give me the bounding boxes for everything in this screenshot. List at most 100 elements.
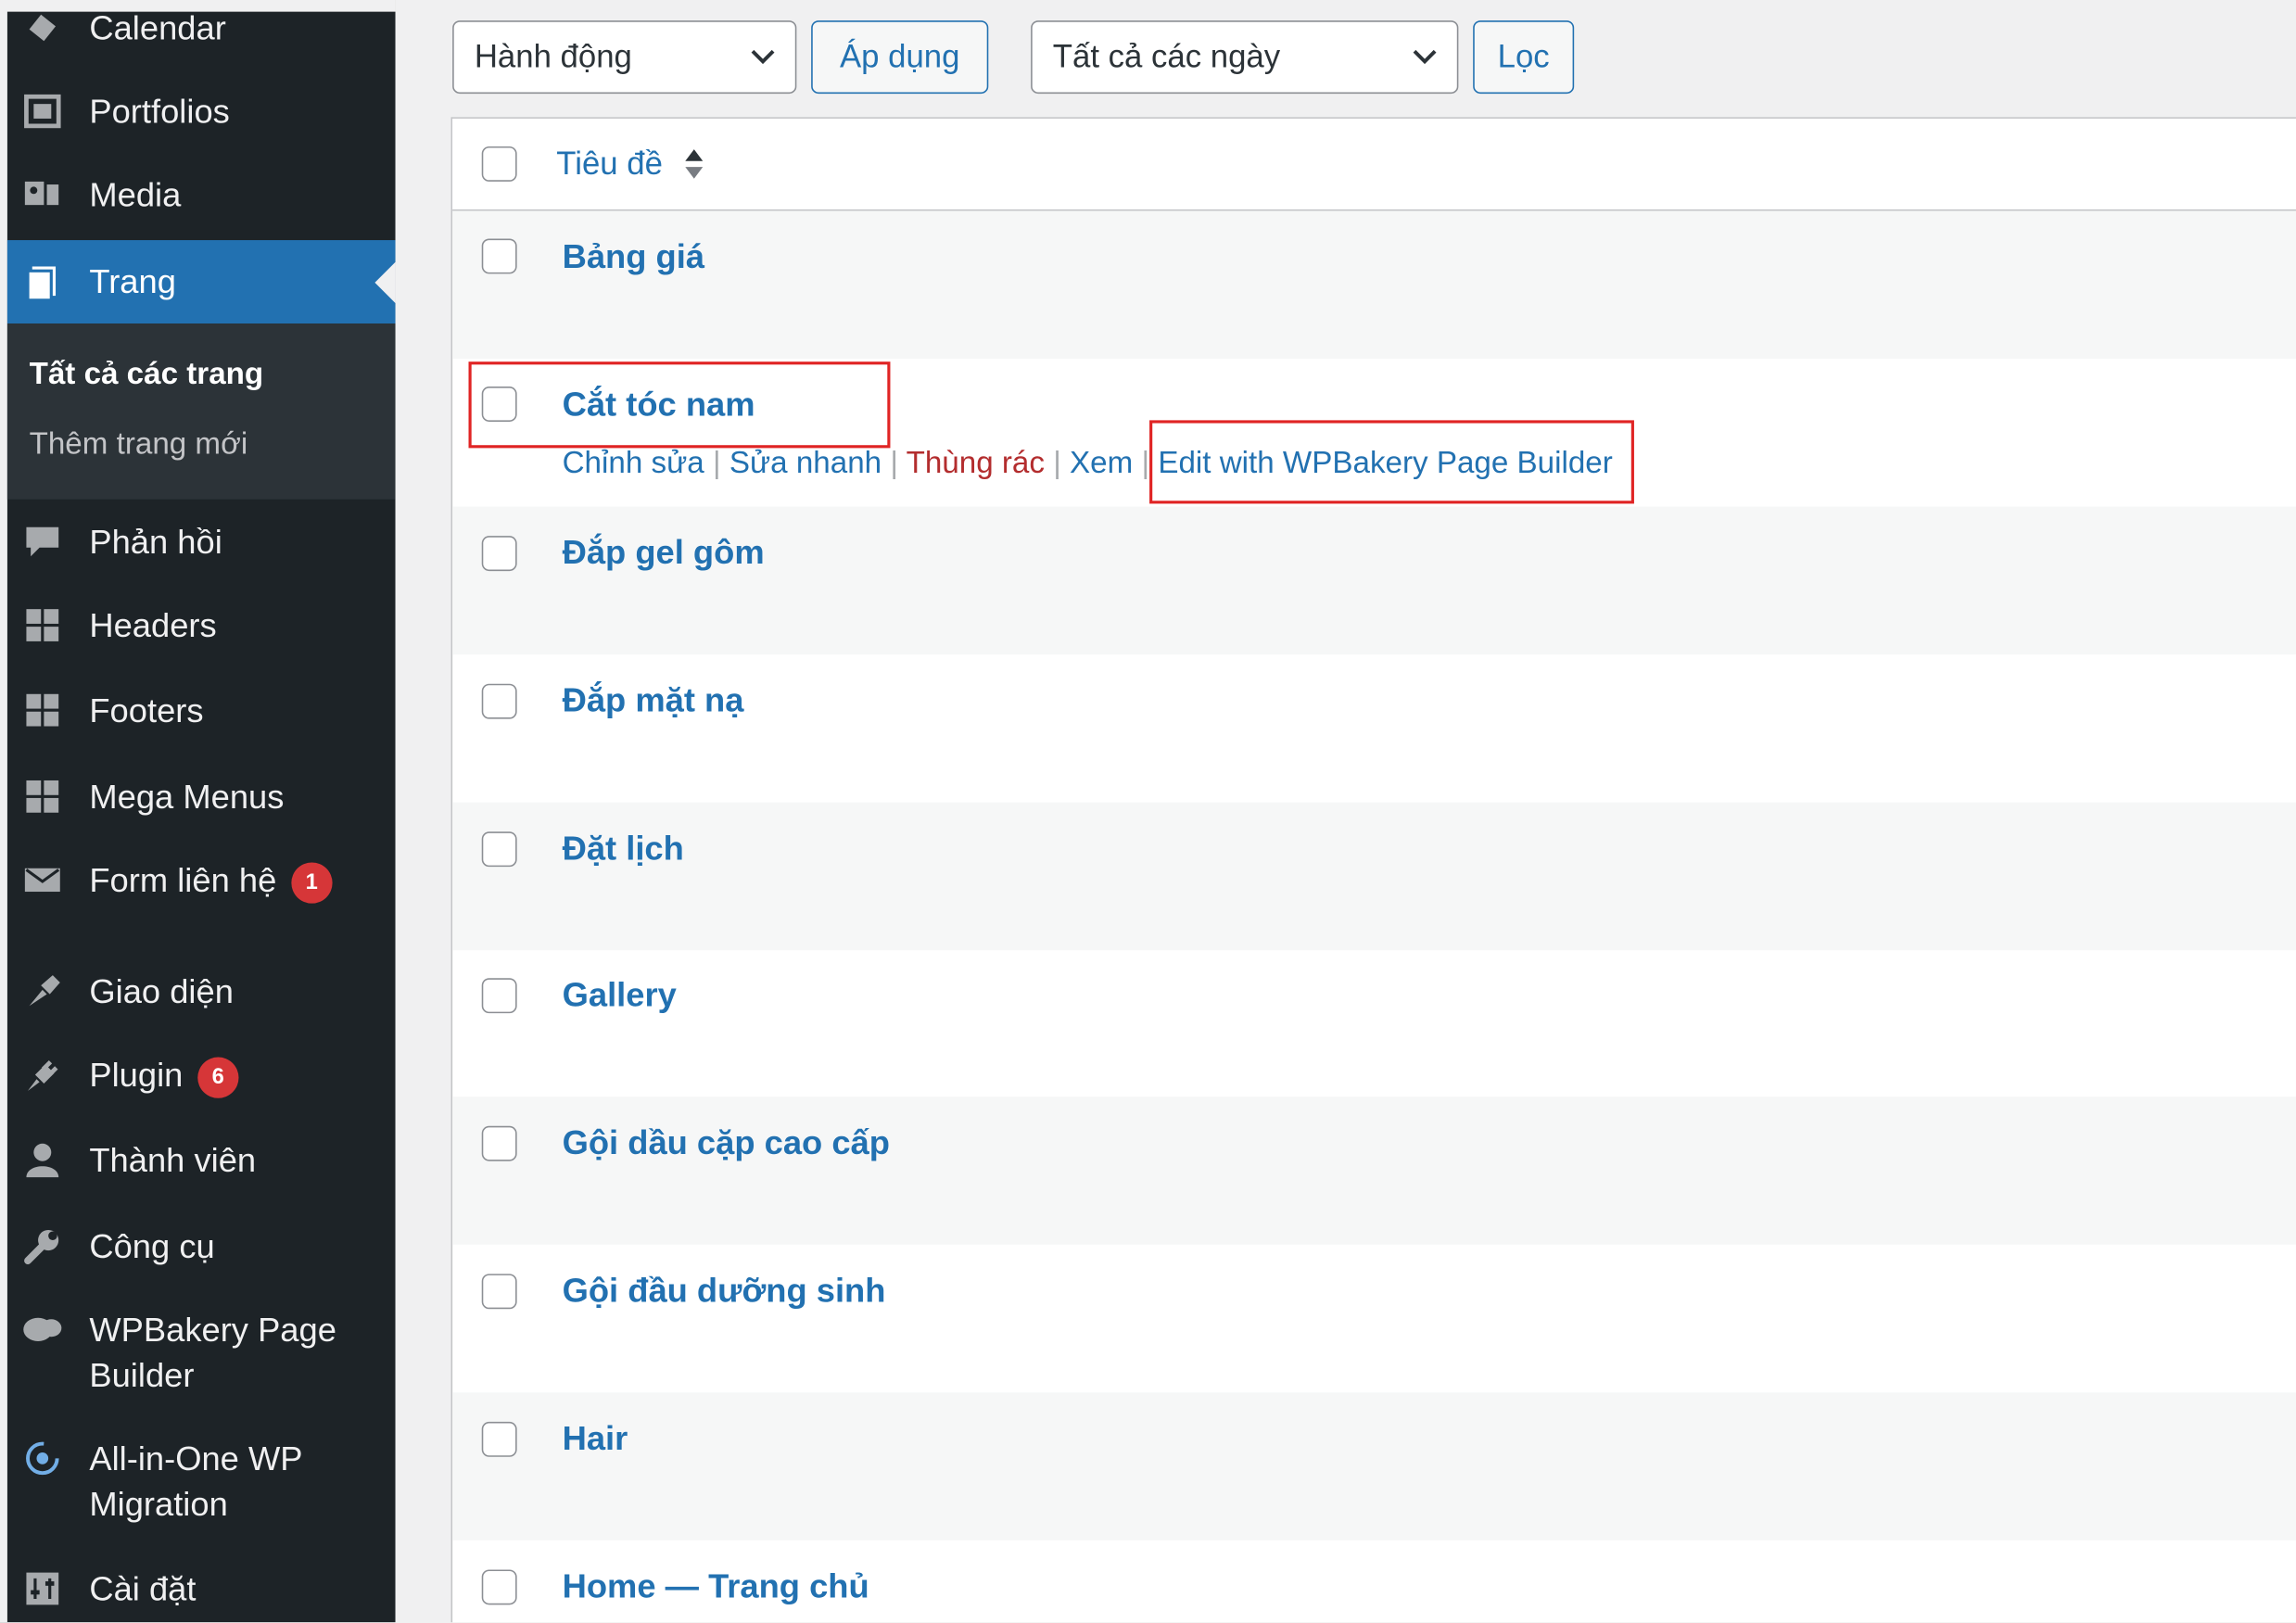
chevron-down-icon (1413, 49, 1437, 65)
brush-icon (22, 970, 63, 1011)
sidebar-item-trang[interactable]: Trang (6, 240, 396, 324)
column-title-sort[interactable]: Tiêu đề (556, 145, 663, 183)
media-icon (22, 174, 63, 215)
sidebar-item-label: Media (89, 175, 182, 214)
select-all-checkbox[interactable] (481, 146, 517, 182)
highlight-box-page-title (468, 361, 891, 449)
mail-icon (22, 859, 63, 900)
sidebar-item-headers[interactable]: Headers (7, 603, 396, 649)
sidebar-item-plugin[interactable]: Plugin 6 (7, 1053, 396, 1098)
sidebar-item-giao-dien[interactable]: Giao diện (7, 970, 396, 1015)
sidebar-item-wpbakery[interactable]: WPBakery Page Builder (7, 1308, 396, 1399)
sidebar-item-form-lien-he[interactable]: Form liên hệ 1 (7, 858, 396, 904)
filter-button[interactable]: Lọc (1473, 20, 1575, 95)
sidebar-item-label: Trang (89, 261, 176, 300)
sidebar-item-portfolios[interactable]: Portfolios (7, 89, 396, 134)
bulk-action-select[interactable]: Hành động (452, 20, 797, 95)
sidebar-top-edge (0, 0, 396, 12)
table-row: Home — Trang chủ (452, 1541, 2296, 1622)
sidebar-item-thanh-vien[interactable]: Thành viên (7, 1137, 396, 1183)
plugin-icon (22, 1054, 63, 1095)
pages-icon (22, 261, 63, 302)
table-row: Bảng giá (452, 210, 2296, 360)
page-title-link[interactable]: Gội dầu cặp cao cấp (563, 1123, 890, 1163)
chevron-down-icon (751, 49, 775, 65)
admin-sidebar: Calendar Portfolios Media Trang Tất cả c… (0, 0, 396, 1623)
portfolio-icon (22, 91, 63, 132)
grid-icon (22, 604, 63, 645)
trash-link[interactable]: Thùng rác (907, 447, 1045, 480)
page-title-link[interactable]: Hair (563, 1419, 628, 1459)
row-checkbox[interactable] (481, 1274, 517, 1310)
row-checkbox[interactable] (481, 1569, 517, 1605)
sidebar-edge (0, 0, 7, 1623)
table-row: Đặt lịch (452, 802, 2296, 951)
table-header: Tiêu đề (452, 118, 2296, 211)
separator: | (890, 446, 907, 481)
apply-button[interactable]: Áp dụng (811, 20, 989, 95)
comments-icon (22, 521, 63, 562)
sidebar-item-label: Portfolios (89, 92, 230, 131)
wrench-icon (22, 1225, 63, 1266)
sidebar-item-mega-menus[interactable]: Mega Menus (7, 775, 396, 820)
grid-icon (22, 690, 63, 730)
row-checkbox[interactable] (481, 536, 517, 572)
row-checkbox[interactable] (481, 1421, 517, 1457)
submenu-all-pages[interactable]: Tất cả các trang (30, 357, 264, 392)
sidebar-item-label: Phản hồi (89, 522, 222, 562)
bulk-action-value: Hành động (474, 38, 632, 75)
update-badge: 6 (197, 1057, 239, 1098)
sidebar-item-phan-hoi[interactable]: Phản hồi (7, 520, 396, 565)
page-title-link[interactable]: Đắp mặt nạ (563, 681, 744, 721)
table-row: Hair (452, 1392, 2296, 1541)
sidebar-item-label: Công cụ (89, 1226, 215, 1265)
user-icon (22, 1139, 63, 1180)
sidebar-item-calendar[interactable]: Calendar (7, 6, 396, 51)
page-title-link[interactable]: Gội đầu dưỡng sinh (563, 1271, 886, 1311)
sidebar-item-label: Mega Menus (89, 777, 285, 816)
separator: | (1053, 446, 1071, 481)
row-checkbox[interactable] (481, 978, 517, 1014)
separator: | (712, 446, 729, 481)
sidebar-item-all-in-one-migration[interactable]: All-in-One WP Migration (7, 1437, 396, 1528)
sidebar-item-media[interactable]: Media (7, 172, 396, 218)
notification-badge: 1 (291, 862, 333, 904)
page-title-link[interactable]: Đắp gel gôm (563, 533, 765, 573)
row-checkbox[interactable] (481, 831, 517, 868)
sidebar-item-cai-dat[interactable]: Cài đặt (7, 1566, 396, 1612)
wpbakery-icon (22, 1309, 63, 1350)
page-title-link[interactable]: Bảng giá (563, 237, 704, 277)
sort-arrows-icon[interactable] (684, 142, 704, 185)
grid-icon (22, 776, 63, 817)
table-row: Gallery (452, 949, 2296, 1097)
highlight-box-wpbakery-link (1149, 420, 1634, 504)
row-checkbox[interactable] (481, 238, 517, 274)
sidebar-item-label: Giao diện (89, 971, 234, 1010)
sidebar-item-label: Form liên hệ (89, 860, 277, 899)
date-filter-value: Tất cả các ngày (1052, 38, 1281, 75)
row-checkbox[interactable] (481, 1125, 517, 1161)
sidebar-item-cong-cu[interactable]: Công cụ (7, 1224, 396, 1270)
sidebar-item-label: Footers (89, 691, 204, 729)
sidebar-item-label: Headers (89, 605, 217, 645)
sidebar-item-label: Calendar (89, 8, 226, 47)
submenu-add-new-page[interactable]: Thêm trang mới (30, 427, 248, 463)
settings-icon (22, 1568, 63, 1609)
sidebar-item-label-wrap: Plugin 6 (89, 1053, 395, 1098)
sidebar-item-footers[interactable]: Footers (7, 688, 396, 733)
view-link[interactable]: Xem (1070, 447, 1133, 480)
date-filter-select[interactable]: Tất cả các ngày (1031, 20, 1459, 95)
row-checkbox[interactable] (481, 683, 517, 719)
table-row: Gội đầu dưỡng sinh (452, 1245, 2296, 1393)
edit-link[interactable]: Chỉnh sửa (563, 447, 704, 480)
page-title-link[interactable]: Home — Trang chủ (563, 1566, 869, 1606)
sidebar-item-label: All-in-One WP Migration (89, 1439, 302, 1523)
quick-edit-link[interactable]: Sửa nhanh (729, 447, 882, 480)
active-menu-arrow (374, 261, 396, 303)
sidebar-item-label-wrap: Form liên hệ 1 (89, 858, 395, 904)
page-title-link[interactable]: Gallery (563, 975, 677, 1015)
pages-table: Tiêu đề Bảng giá Cắt tóc nam Chỉnh sửa |… (450, 117, 2296, 1623)
table-row: Gội dầu cặp cao cấp (452, 1097, 2296, 1245)
page-title-link[interactable]: Đặt lịch (563, 829, 684, 869)
table-row: Đắp gel gôm (452, 506, 2296, 655)
